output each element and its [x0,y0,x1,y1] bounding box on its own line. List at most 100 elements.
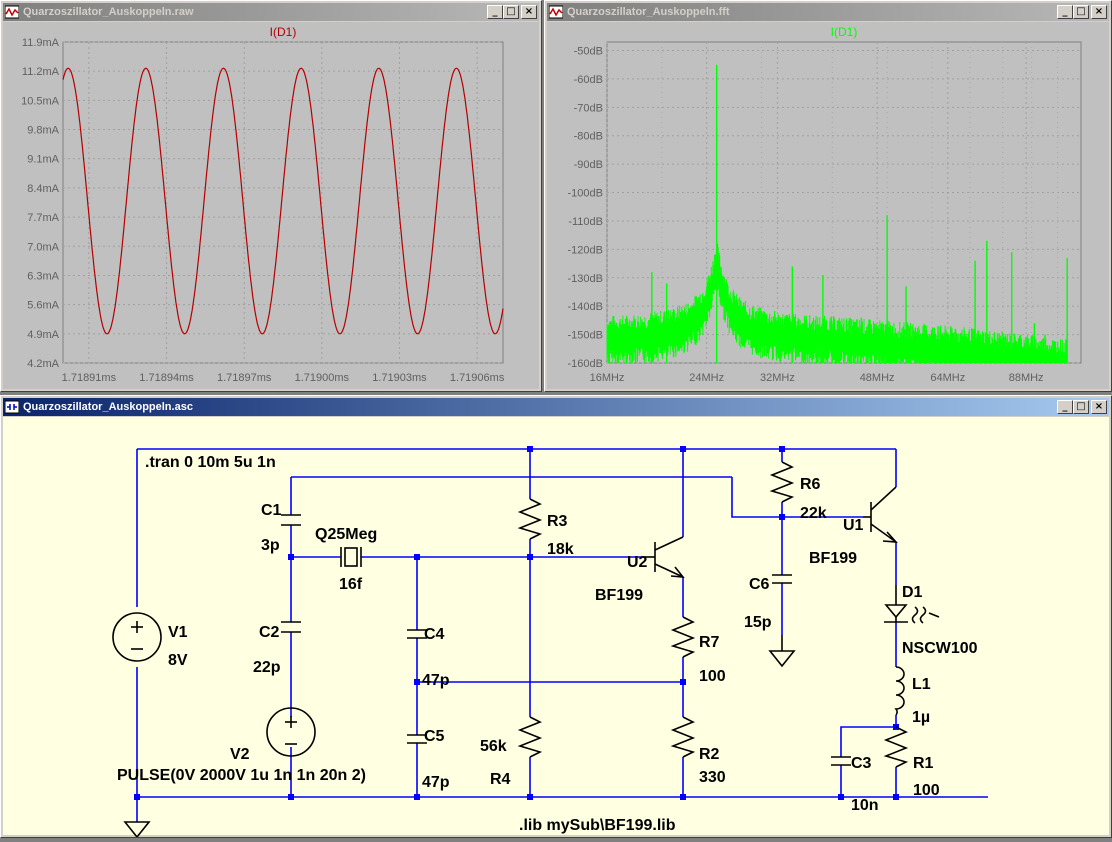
c3-value[interactable]: 10n [851,797,879,814]
schematic-drawing[interactable]: .tran 0 10m 5u 1n .lib mySub\BF199.lib P… [3,417,1109,839]
c4-value[interactable]: 47p [422,672,450,689]
lib-directive[interactable]: .lib mySub\BF199.lib [519,817,676,834]
schematic-titlebar[interactable]: Quarzoszillator_Auskoppeln.asc _ □ × [3,398,1109,416]
y-tick-label: 8.4mA [27,183,59,195]
schematic-canvas[interactable]: .tran 0 10m 5u 1n .lib mySub\BF199.lib P… [3,417,1109,839]
r3-name[interactable]: R3 [547,513,568,530]
fft-title: Quarzoszillator_Auskoppeln.fft [567,6,730,18]
schematic-title: Quarzoszillator_Auskoppeln.asc [23,401,193,413]
resistor-r7 [670,616,696,658]
u1-value[interactable]: BF199 [809,550,857,567]
close-button[interactable]: × [1091,5,1107,19]
capacitor-c1 [281,514,301,526]
y-tick-label: -70dB [574,102,603,114]
c5-value[interactable]: 47p [422,774,450,791]
y-tick-label: -160dB [568,358,603,370]
capacitor-c2 [281,621,301,633]
x-tick-label: 1.71900ms [295,372,350,384]
fft-chart[interactable]: -50dB -60dB -70dB -80dB -90dB -100dB -110dB -12… [547,22,1109,389]
voltage-source-v1 [112,612,162,662]
schematic-window[interactable]: Quarzoszillator_Auskoppeln.asc _ □ × .tr… [0,395,1112,839]
v2-name[interactable]: V2 [230,746,250,763]
u1-name[interactable]: U1 [843,517,864,534]
resistor-r6 [769,461,795,503]
minimize-button[interactable]: _ [1057,400,1073,414]
resistor-r3 [517,498,543,540]
r4-value[interactable]: 56k [480,738,507,755]
maximize-button[interactable]: □ [503,5,519,19]
v1-value[interactable]: 8V [168,652,188,669]
r2-value[interactable]: 330 [699,769,726,786]
fft-plot-area[interactable]: -50dB -60dB -70dB -80dB -90dB -100dB -110dB -12… [547,22,1109,389]
waveform-titlebar[interactable]: Quarzoszillator_Auskoppeln.raw _ □ × [3,3,539,21]
transistor-u1 [863,486,898,543]
r7-value[interactable]: 100 [699,668,726,685]
l1-value[interactable]: 1µ [912,709,930,726]
c4-name[interactable]: C4 [424,626,445,643]
q-name[interactable]: Q25Meg [315,526,377,543]
c2-value[interactable]: 22p [253,659,281,676]
v1-name[interactable]: V1 [168,624,188,641]
y-tick-label: -130dB [568,273,603,285]
x-tick-label: 48MHz [860,372,895,384]
y-tick-label: -60dB [574,74,603,86]
tran-directive[interactable]: .tran 0 10m 5u 1n [145,454,276,471]
r1-value[interactable]: 100 [913,782,940,799]
r1-name[interactable]: R1 [913,755,934,772]
minimize-button[interactable]: _ [1057,5,1073,19]
y-tick-label: 10.5mA [21,95,60,107]
c2-name[interactable]: C2 [259,624,280,641]
x-tick-label: 16MHz [590,372,625,384]
r6-value[interactable]: 22k [800,505,827,522]
c5-name[interactable]: C5 [424,728,445,745]
u2-name[interactable]: U2 [627,554,648,571]
l1-name[interactable]: L1 [912,676,931,693]
maximize-button[interactable]: □ [1073,5,1089,19]
legend-label: I(D1) [831,25,858,39]
c6-value[interactable]: 15p [744,614,772,631]
r6-name[interactable]: R6 [800,476,821,493]
r7-name[interactable]: R7 [699,634,720,651]
c1-value[interactable]: 3p [261,537,280,554]
schematic-window-icon [5,400,19,414]
d1-value[interactable]: NSCW100 [902,640,978,657]
x-tick-label: 24MHz [689,372,724,384]
c1-name[interactable]: C1 [261,502,282,519]
close-button[interactable]: × [1091,400,1107,414]
y-tick-label: -90dB [574,159,603,171]
inductor-l1 [894,666,905,716]
minimize-button[interactable]: _ [487,5,503,19]
y-tick-label: 4.9mA [27,329,59,341]
y-tick-label: -140dB [568,301,603,313]
fft-titlebar[interactable]: Quarzoszillator_Auskoppeln.fft _ □ × [547,3,1109,21]
r4-name[interactable]: R4 [490,771,511,788]
y-tick-label: 6.3mA [27,270,59,282]
q-value[interactable]: 16f [339,576,363,593]
y-tick-label: 9.8mA [27,125,59,137]
y-tick-label: 4.2mA [27,358,59,370]
crystal-q [340,547,362,567]
waveform-chart[interactable]: 11.9mA 11.2mA 10.5mA 9.8mA 9.1mA 8.4mA 7.7mA 7.… [3,22,539,389]
y-tick-label: -50dB [574,46,603,58]
c6-name[interactable]: C6 [749,576,770,593]
transistor-u2 [643,536,685,578]
x-tick-label: 1.71894ms [139,372,194,384]
x-tick-label: 1.71897ms [217,372,272,384]
waveform-window[interactable]: Quarzoszillator_Auskoppeln.raw _ □ × 11.… [0,0,542,392]
pulse-label[interactable]: PULSE(0V 2000V 1u 1n 1n 20n 2) [117,767,366,784]
d1-name[interactable]: D1 [902,584,923,601]
r3-value[interactable]: 18k [547,541,574,558]
x-tick-label: 88MHz [1009,372,1044,384]
r2-name[interactable]: R2 [699,746,720,763]
maximize-button[interactable]: □ [1073,400,1089,414]
y-tick-label: 7.0mA [27,241,59,253]
fft-window[interactable]: Quarzoszillator_Auskoppeln.fft _ □ × -50… [544,0,1112,392]
y-tick-label: 5.6mA [27,300,59,312]
waveform-plot-area[interactable]: 11.9mA 11.2mA 10.5mA 9.8mA 9.1mA 8.4mA 7.7mA 7.… [3,22,539,389]
waveform-window-icon [5,5,19,19]
y-tick-label: 11.9mA [22,37,60,49]
c3-name[interactable]: C3 [851,755,872,772]
close-button[interactable]: × [521,5,537,19]
resistor-r4 [517,716,543,758]
u2-value[interactable]: BF199 [595,587,643,604]
